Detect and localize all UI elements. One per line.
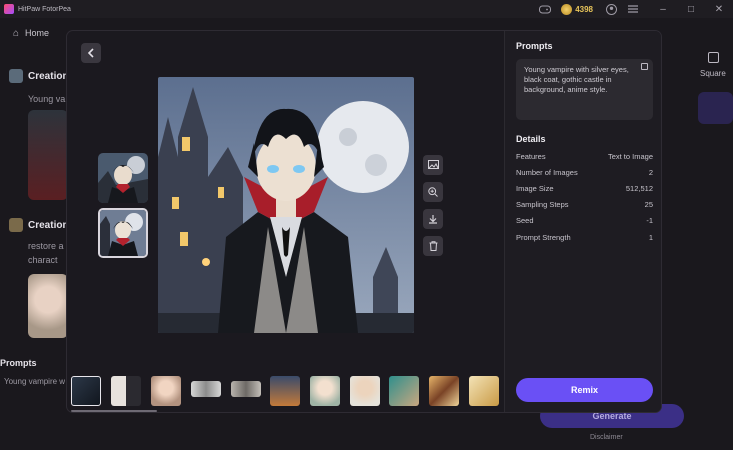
creation-image[interactable] xyxy=(28,110,68,200)
creation-image[interactable] xyxy=(28,274,68,338)
prompts-title: Prompts xyxy=(516,41,553,51)
close-icon[interactable]: ✕ xyxy=(705,4,733,15)
detail-value: 25 xyxy=(644,200,653,209)
zoom-in-icon xyxy=(428,187,438,197)
detail-row-prompt-strength: Prompt Strength 1 xyxy=(516,233,653,243)
prompt-text: Young vampire with silver eyes, black co… xyxy=(524,65,629,94)
strip-scrollbar[interactable] xyxy=(71,410,157,412)
zoom-in-button[interactable] xyxy=(423,182,443,202)
creation-avatar xyxy=(9,69,23,83)
edit-image-button[interactable] xyxy=(423,155,443,175)
history-thumbnail[interactable] xyxy=(429,376,459,406)
detail-key: Seed xyxy=(516,216,534,225)
detail-row-sampling-steps: Sampling Steps 25 xyxy=(516,200,653,210)
details-title: Details xyxy=(516,134,546,144)
result-thumbnail[interactable] xyxy=(98,153,148,203)
prompts-heading: Prompts xyxy=(0,358,37,368)
history-thumbnail[interactable] xyxy=(469,376,499,406)
history-thumbnail[interactable] xyxy=(389,376,419,406)
square-label: Square xyxy=(700,69,726,78)
gamepad-icon[interactable] xyxy=(539,3,552,15)
detail-row-features: Features Text to Image xyxy=(516,152,653,162)
square-icon[interactable] xyxy=(708,52,719,63)
image-preview-modal: Prompts Young vampire with silver eyes, … xyxy=(67,31,661,412)
creation-avatar xyxy=(9,218,23,232)
minimize-icon[interactable]: – xyxy=(649,4,677,15)
history-thumbnail[interactable] xyxy=(231,381,261,397)
creation-header: Creation xyxy=(9,69,69,83)
prompt-box: Young vampire with silver eyes, black co… xyxy=(516,59,653,120)
prompt-text: Young vampire w xyxy=(4,377,66,386)
creation-label: Creation xyxy=(28,70,69,82)
delete-icon xyxy=(429,241,437,251)
details-panel: Prompts Young vampire with silver eyes, … xyxy=(504,31,661,412)
detail-key: Number of Images xyxy=(516,168,578,177)
creation-prompt-text: Young va xyxy=(28,94,66,104)
coin-count: 4398 xyxy=(575,4,593,14)
detail-row-seed: Seed -1 xyxy=(516,216,653,226)
download-button[interactable] xyxy=(423,209,443,229)
download-icon xyxy=(429,215,437,224)
coin-icon xyxy=(561,3,573,15)
chevron-left-icon xyxy=(87,48,94,58)
back-button[interactable] xyxy=(81,43,101,63)
copy-icon[interactable] xyxy=(641,63,648,70)
history-thumbnail[interactable] xyxy=(111,376,141,406)
title-bar: HitPaw FotorPea 4398 – □ ✕ xyxy=(0,0,733,18)
history-thumbnail[interactable] xyxy=(151,376,181,406)
home-icon: ⌂ xyxy=(13,27,20,39)
detail-value: -1 xyxy=(646,216,653,225)
history-thumbnail[interactable] xyxy=(350,376,380,406)
detail-key: Image Size xyxy=(516,184,554,193)
delete-button[interactable] xyxy=(423,236,443,256)
style-tile[interactable] xyxy=(698,92,733,124)
creation-prompt-text: restore a xyxy=(28,241,64,251)
creation-prompt-text: charact xyxy=(28,255,58,265)
creation-label: Creation xyxy=(28,219,69,231)
detail-row-image-size: Image Size 512,512 xyxy=(516,184,653,194)
result-thumbnail-selected[interactable] xyxy=(98,208,148,258)
app-logo xyxy=(4,4,14,14)
history-thumbnail[interactable] xyxy=(310,376,340,406)
detail-key: Prompt Strength xyxy=(516,233,571,242)
maximize-icon[interactable]: □ xyxy=(677,4,705,15)
history-thumbnail[interactable] xyxy=(191,381,221,397)
remix-button[interactable]: Remix xyxy=(516,378,653,402)
detail-value: 512,512 xyxy=(625,184,653,193)
coin-balance[interactable]: 4398 xyxy=(561,3,593,15)
detail-value: Text to Image xyxy=(607,152,653,161)
disclaimer-link[interactable]: Disclaimer xyxy=(590,434,623,441)
home-label: Home xyxy=(25,28,50,38)
image-edit-icon xyxy=(427,160,439,169)
detail-key: Features xyxy=(516,152,546,161)
detail-key: Sampling Steps xyxy=(516,200,569,209)
detail-row-number-of-images: Number of Images 2 xyxy=(516,168,653,178)
menu-icon[interactable] xyxy=(627,3,639,15)
detail-value: 2 xyxy=(648,168,653,177)
history-thumbnail[interactable] xyxy=(71,376,101,406)
user-icon[interactable] xyxy=(605,3,617,15)
detail-value: 1 xyxy=(648,233,653,242)
app-title: HitPaw FotorPea xyxy=(18,5,71,13)
main-preview-image xyxy=(158,77,414,333)
history-thumbnail[interactable] xyxy=(270,376,300,406)
creation-header: Creation xyxy=(9,218,69,232)
history-strip xyxy=(71,376,501,408)
